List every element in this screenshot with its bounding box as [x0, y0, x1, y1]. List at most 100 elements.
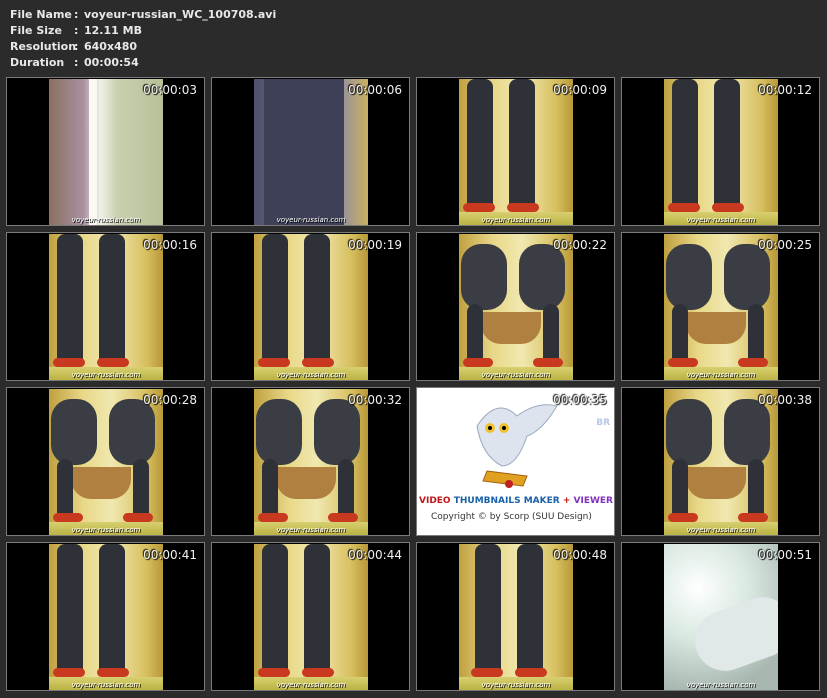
right-shin [543, 304, 559, 360]
thumbnail-frame: voyeur-russian.com [459, 79, 573, 225]
colon: : [74, 8, 79, 21]
watermark: voyeur-russian.com [686, 526, 756, 534]
thumbnail-frame: voyeur-russian.com [254, 79, 368, 225]
left-shoe [668, 203, 700, 212]
video-thumbnail[interactable]: voyeur-russian.com 00:00:38 [621, 387, 820, 536]
toilet-bowl [71, 467, 131, 499]
watermark: voyeur-russian.com [276, 371, 346, 379]
thumbnail-frame: voyeur-russian.com [664, 544, 778, 690]
logo-brand-text: VIDEO THUMBNAILS MAKER + VIEWER [419, 496, 613, 506]
toilet-bowl [686, 312, 746, 344]
video-thumbnail[interactable]: voyeur-russian.com 00:00:12 [621, 77, 820, 226]
left-shin [57, 459, 73, 515]
timestamp: 00:00:03 [143, 83, 197, 97]
thumbnail-frame: voyeur-russian.com [49, 234, 163, 380]
toilet-bowl [276, 467, 336, 499]
watermark: voyeur-russian.com [276, 526, 346, 534]
left-leg [57, 234, 83, 362]
left-shin [262, 459, 278, 515]
left-shoe [258, 358, 290, 367]
colon: : [74, 56, 79, 69]
watermark: voyeur-russian.com [71, 681, 141, 689]
left-shoe [463, 358, 493, 367]
door-frame [89, 79, 97, 225]
timestamp: 00:00:16 [143, 238, 197, 252]
left-leg [262, 234, 288, 362]
colon: : [74, 24, 79, 37]
right-shoe [738, 513, 768, 522]
video-thumbnail[interactable]: voyeur-russian.com 00:00:19 [211, 232, 410, 381]
timestamp: 00:00:06 [348, 83, 402, 97]
video-thumbnail[interactable]: voyeur-russian.com 00:00:09 [416, 77, 615, 226]
video-thumbnail[interactable]: voyeur-russian.com 00:00:25 [621, 232, 820, 381]
timestamp: 00:00:28 [143, 393, 197, 407]
watermark: voyeur-russian.com [71, 526, 141, 534]
thumbnail-frame: voyeur-russian.com [254, 544, 368, 690]
watermark: voyeur-russian.com [71, 371, 141, 379]
timestamp: 00:00:41 [143, 548, 197, 562]
right-leg [304, 544, 330, 672]
left-shin [672, 304, 688, 360]
watermark: voyeur-russian.com [481, 371, 551, 379]
watermark: voyeur-russian.com [481, 681, 551, 689]
file-name-label: File Name [10, 8, 72, 21]
right-leg [714, 79, 740, 207]
video-thumbnail[interactable]: voyeur-russian.com 00:00:28 [6, 387, 205, 536]
colon: : [74, 40, 79, 53]
watermark: voyeur-russian.com [481, 216, 551, 224]
right-knee [724, 244, 770, 310]
video-thumbnail[interactable]: voyeur-russian.com 00:00:22 [416, 232, 615, 381]
video-thumbnail[interactable]: voyeur-russian.com 00:00:06 [211, 77, 410, 226]
video-thumbnail[interactable]: voyeur-russian.com 00:00:41 [6, 542, 205, 691]
resolution-label: Resolution [10, 40, 77, 53]
thumbnail-frame: voyeur-russian.com [49, 389, 163, 535]
left-leg [475, 544, 501, 672]
right-shoe [302, 358, 334, 367]
file-name-row: File Name : voyeur-russian_WC_100708.avi [10, 7, 276, 23]
left-shoe [53, 358, 85, 367]
right-knee [519, 244, 565, 310]
timestamp: 00:00:35 [553, 393, 607, 407]
right-shoe [97, 668, 129, 677]
timestamp: 00:00:48 [553, 548, 607, 562]
video-thumbnail[interactable]: voyeur-russian.com 00:00:32 [211, 387, 410, 536]
right-shoe [533, 358, 563, 367]
video-thumbnail[interactable]: voyeur-russian.com 00:00:16 [6, 232, 205, 381]
right-shin [748, 304, 764, 360]
video-thumbnail[interactable]: BR VIDEO THUMBNAILS MAKER + VIEWER Copyrig… [416, 387, 615, 536]
right-shin [748, 459, 764, 515]
tile-background [49, 79, 163, 225]
thumbnail-frame: voyeur-russian.com [49, 544, 163, 690]
thumbnail-grid: voyeur-russian.com 00:00:03 voyeur-russian… [6, 77, 821, 692]
toilet-bowl [686, 467, 746, 499]
thumbnail-frame: voyeur-russian.com [254, 234, 368, 380]
right-shoe [515, 668, 547, 677]
timestamp: 00:00:44 [348, 548, 402, 562]
thumbnail-frame: voyeur-russian.com [664, 234, 778, 380]
left-leg [672, 79, 698, 207]
watermark: voyeur-russian.com [686, 681, 756, 689]
video-thumbnail[interactable]: voyeur-russian.com 00:00:48 [416, 542, 615, 691]
duration-value: 00:00:54 [84, 56, 139, 69]
video-thumbnail[interactable]: voyeur-russian.com 00:00:44 [211, 542, 410, 691]
watermark: voyeur-russian.com [71, 216, 141, 224]
brand-viewer: VIEWER [573, 496, 613, 506]
video-thumbnail[interactable]: voyeur-russian.com 00:00:03 [6, 77, 205, 226]
right-leg [509, 79, 535, 207]
left-shoe [668, 513, 698, 522]
thumbnail-frame: voyeur-russian.com [49, 79, 163, 225]
right-shoe [712, 203, 744, 212]
right-shoe [328, 513, 358, 522]
toilet-bowl [481, 312, 541, 344]
timestamp: 00:00:19 [348, 238, 402, 252]
timestamp: 00:00:22 [553, 238, 607, 252]
video-thumbnail[interactable]: voyeur-russian.com 00:00:51 [621, 542, 820, 691]
watermark: voyeur-russian.com [686, 216, 756, 224]
left-leg [57, 544, 83, 672]
watermark: voyeur-russian.com [276, 216, 346, 224]
owl-logo-icon [457, 396, 567, 496]
thumbnail-frame: voyeur-russian.com [664, 389, 778, 535]
right-shoe [123, 513, 153, 522]
thumbnail-frame: voyeur-russian.com [459, 544, 573, 690]
brand-video: VIDEO [419, 496, 454, 506]
